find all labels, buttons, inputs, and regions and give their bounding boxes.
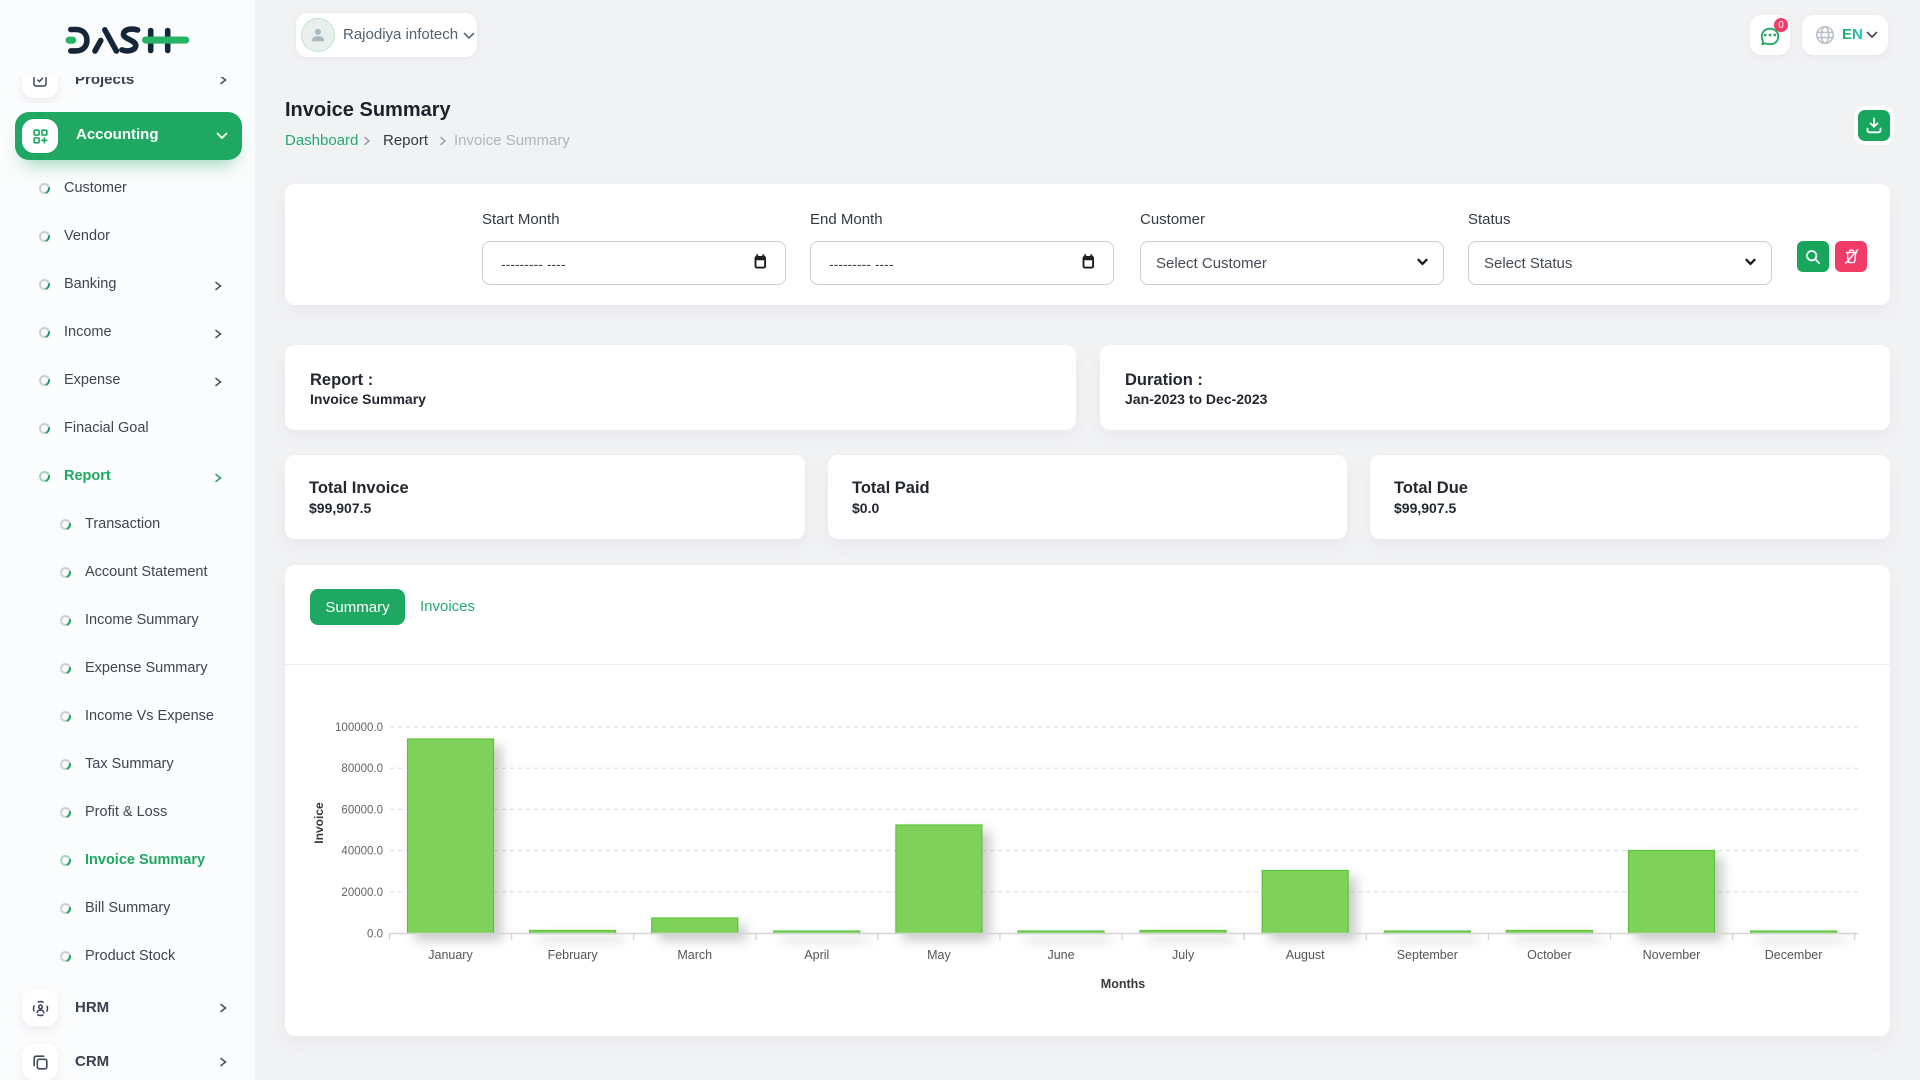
svg-text:July: July — [1172, 948, 1195, 962]
svg-text:October: October — [1527, 948, 1571, 962]
svg-text:100000.0: 100000.0 — [335, 722, 383, 734]
svg-text:August: August — [1286, 948, 1325, 962]
svg-text:January: January — [428, 948, 473, 962]
svg-text:20000.0: 20000.0 — [341, 887, 383, 899]
svg-text:Invoice: Invoice — [312, 802, 326, 844]
svg-text:March: March — [677, 948, 712, 962]
svg-text:May: May — [927, 948, 951, 962]
svg-text:February: February — [548, 948, 599, 962]
svg-text:November: November — [1643, 948, 1701, 962]
svg-text:June: June — [1047, 948, 1074, 962]
svg-text:September: September — [1397, 948, 1458, 962]
svg-text:0.0: 0.0 — [367, 929, 383, 941]
svg-text:40000.0: 40000.0 — [341, 846, 383, 858]
svg-text:December: December — [1765, 948, 1823, 962]
svg-text:Months: Months — [1101, 977, 1145, 991]
svg-text:60000.0: 60000.0 — [341, 804, 383, 816]
svg-text:80000.0: 80000.0 — [341, 763, 383, 775]
svg-text:April: April — [804, 948, 829, 962]
